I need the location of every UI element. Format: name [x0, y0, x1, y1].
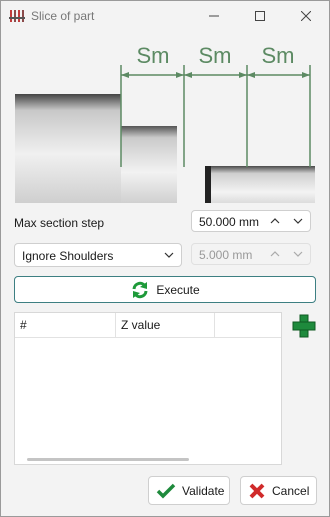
close-icon [301, 11, 311, 21]
cancel-button[interactable]: Cancel [240, 476, 317, 505]
slice-of-part-dialog: Slice of part Sm Sm Sm Max section step … [0, 0, 330, 517]
chevron-up-icon [270, 218, 280, 224]
close-button[interactable] [283, 1, 329, 31]
checkmark-icon [156, 483, 176, 498]
plus-icon [292, 314, 316, 338]
column-header-empty[interactable] [215, 313, 281, 337]
validate-button[interactable]: Validate [148, 476, 230, 505]
dimension-label: Sm [137, 43, 170, 68]
maximize-button[interactable] [237, 1, 283, 31]
add-row-button[interactable] [291, 313, 317, 339]
horizontal-scrollbar[interactable] [27, 458, 189, 461]
shoulders-combo[interactable]: Ignore Shoulders [14, 243, 182, 267]
column-header-index[interactable]: # [15, 313, 116, 337]
slice-illustration: Sm Sm Sm [15, 43, 315, 203]
chevron-up-icon [270, 251, 280, 257]
dimension-label: Sm [199, 43, 232, 68]
maximize-icon [255, 11, 265, 21]
dimension-label: Sm [262, 43, 295, 68]
execute-label: Execute [156, 282, 200, 297]
max-section-step-label: Max section step [14, 216, 105, 230]
chevron-down-icon [293, 218, 303, 224]
cancel-x-icon [249, 483, 265, 498]
title-bar: Slice of part [1, 1, 329, 31]
cancel-label: Cancel [272, 483, 310, 498]
shoulders-selected: Ignore Shoulders [22, 249, 114, 263]
part-segment-small [205, 166, 315, 203]
refresh-icon [132, 281, 148, 298]
part-segment-large [15, 94, 121, 203]
increment-button[interactable] [267, 213, 283, 229]
shoulder-step-spinbox[interactable]: 5.000 mm [191, 243, 311, 265]
chevron-down-icon [293, 251, 303, 257]
shoulder-step-value: 5.000 mm [199, 248, 253, 262]
chevron-down-icon [164, 252, 174, 258]
app-icon [9, 10, 25, 22]
window-title: Slice of part [31, 9, 95, 23]
decrement-button[interactable] [290, 246, 306, 262]
column-header-z-value[interactable]: Z value [116, 313, 215, 337]
max-section-step-value: 50.000 mm [199, 215, 260, 229]
part-segment-medium [121, 126, 177, 203]
max-section-step-spinbox[interactable]: 50.000 mm [191, 210, 311, 232]
table-header: # Z value [15, 313, 281, 338]
z-values-table[interactable]: # Z value [14, 312, 282, 465]
minimize-button[interactable] [191, 1, 237, 31]
execute-button[interactable]: Execute [14, 276, 316, 303]
decrement-button[interactable] [290, 213, 306, 229]
validate-label: Validate [182, 483, 225, 498]
increment-button[interactable] [267, 246, 283, 262]
minimize-icon [209, 15, 219, 17]
